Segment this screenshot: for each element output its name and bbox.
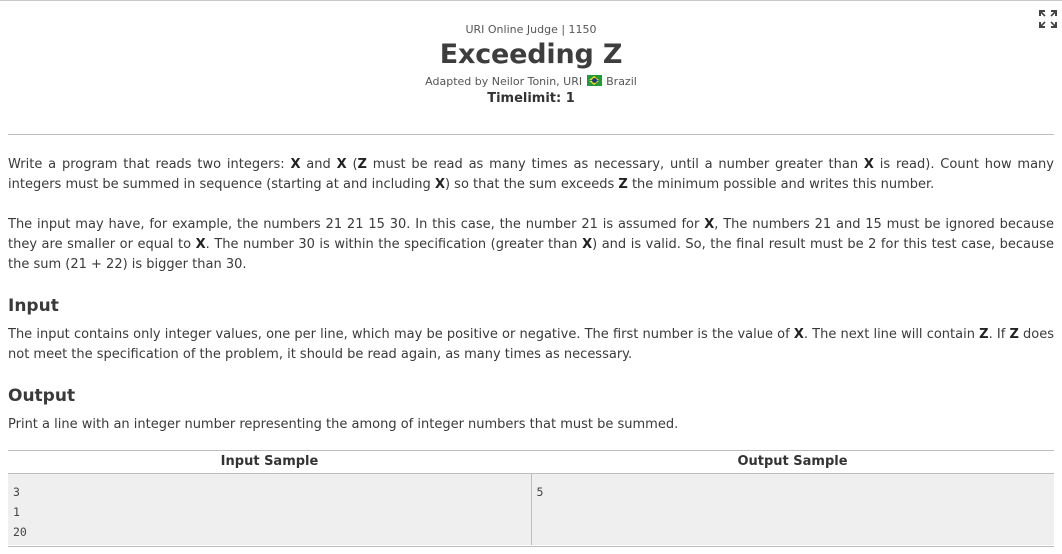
variable-name: X — [863, 157, 874, 172]
variable-name: Z — [618, 177, 628, 192]
variable-name: X — [434, 177, 445, 192]
output-heading: Output — [8, 386, 76, 406]
description-paragraph-1: Write a program that reads two integers:… — [8, 157, 1054, 192]
variable-name: X — [582, 237, 593, 252]
input-sample-line: 20 — [13, 525, 27, 539]
variable-name: X — [290, 157, 301, 172]
timelimit-label: Timelimit: 1 — [487, 91, 575, 106]
input-sample-header: Input Sample — [220, 454, 319, 469]
variable-name: X — [195, 237, 206, 252]
author-line: Adapted by Neilor Tonin, URI Brazil — [0, 74, 1062, 89]
input-sample-line: 1 — [13, 505, 20, 519]
brazil-flag-icon — [586, 75, 602, 86]
top-border — [0, 0, 1062, 1]
sample-table-body: 3 1 20 5 — [8, 474, 1054, 545]
variable-name: Z — [979, 327, 989, 342]
input-sample-cell[interactable]: 3 1 20 — [8, 474, 532, 545]
variable-name: Z — [357, 157, 367, 172]
page-title: Exceeding Z — [439, 39, 623, 70]
input-heading: Input — [8, 296, 59, 316]
output-sample-header: Output Sample — [737, 454, 848, 469]
problem-header: URI Online Judge | 1150 Exceeding Z Adap… — [0, 22, 1062, 108]
output-sample-line: 5 — [536, 485, 544, 499]
judge-breadcrumb: URI Online Judge | 1150 — [465, 23, 597, 36]
description-paragraph-2: The input may have, for example, the num… — [8, 217, 1054, 272]
input-sample-line: 3 — [13, 485, 20, 499]
header-divider — [8, 134, 1054, 135]
variable-name: X — [793, 327, 804, 342]
country-name: Brazil — [606, 75, 637, 88]
output-description: Print a line with an integer number repr… — [8, 417, 679, 432]
output-sample-cell[interactable]: 5 — [532, 474, 1055, 545]
variable-name: X — [336, 157, 347, 172]
author-text: Adapted by Neilor Tonin, URI — [425, 75, 583, 88]
variable-name: Z — [1009, 327, 1019, 342]
variable-name: X — [704, 217, 715, 232]
sample-table: Input Sample Output Sample 3 1 20 5 — [8, 450, 1054, 547]
input-description: The input contains only integer values, … — [8, 327, 1055, 362]
sample-table-header: Input Sample Output Sample — [8, 451, 1054, 474]
